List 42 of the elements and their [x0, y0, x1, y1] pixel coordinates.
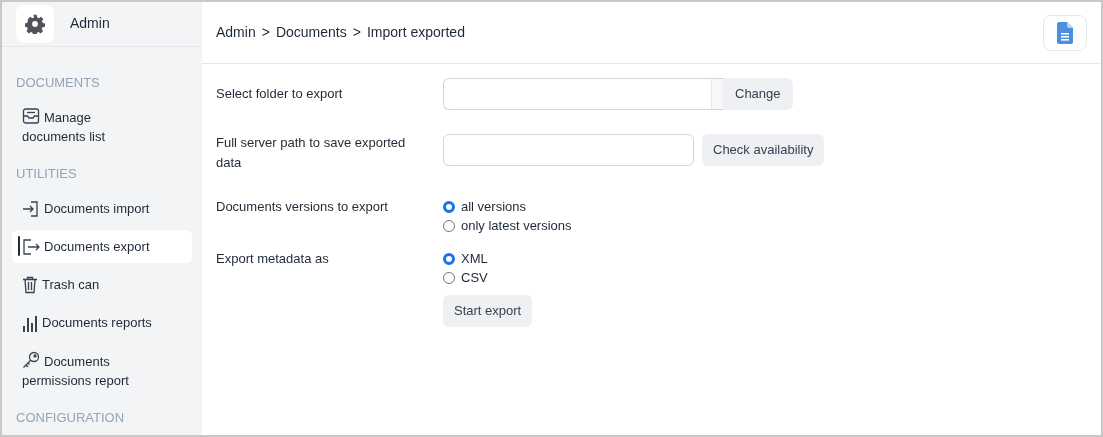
radio-button[interactable]: [443, 271, 455, 284]
folder-field[interactable]: [443, 78, 723, 110]
document-button[interactable]: [1043, 14, 1087, 51]
sidebar-item[interactable]: Documents import: [12, 191, 192, 225]
sidebar-item[interactable]: Documents reports: [12, 305, 192, 339]
sidebar-item[interactable]: Documents export: [12, 229, 192, 263]
section-heading: CONFIGURATION: [16, 408, 126, 427]
radio-option[interactable]: all versions: [443, 197, 572, 216]
section-heading: UTILITIES: [16, 165, 78, 183]
check-availability-button[interactable]: Check availability: [702, 134, 825, 166]
radio-option[interactable]: XML: [443, 249, 488, 268]
trash-icon: [22, 275, 38, 294]
radio-button[interactable]: [443, 200, 455, 213]
radio-button[interactable]: [443, 219, 455, 232]
radio-option[interactable]: CSV: [443, 268, 488, 287]
sidebar-item[interactable]: Manage documents list: [12, 100, 146, 153]
field-label: Select folder to export: [216, 86, 343, 101]
inbox-icon: [22, 107, 40, 125]
breadcrumb-item[interactable]: Documents: [275, 22, 347, 43]
field-label: Full server path to save exported data: [216, 135, 406, 170]
active-indicator: [18, 235, 20, 256]
breadcrumb-item[interactable]: Admin: [216, 22, 256, 43]
sidebar-item[interactable]: Documents permissions report: [12, 343, 146, 397]
bar-chart-icon: [22, 313, 38, 332]
breadcrumb-separator: >: [261, 23, 270, 42]
field-label: Documents versions to export: [216, 199, 388, 214]
document-icon: [1057, 21, 1073, 44]
breadcrumb-separator: >: [352, 23, 361, 42]
app-title: Admin: [70, 14, 110, 34]
change-button[interactable]: Change: [723, 78, 793, 110]
start-export-button[interactable]: Start export: [443, 295, 533, 327]
sidebar-item[interactable]: Trash can: [12, 267, 192, 301]
gear-icon: [25, 13, 45, 34]
radio-option[interactable]: only latest versions: [443, 216, 572, 235]
sign-out-icon: [22, 237, 40, 256]
key-icon: [22, 350, 40, 369]
radio-button[interactable]: [443, 252, 455, 265]
section-heading: DOCUMENTS: [16, 73, 101, 92]
sign-in-icon: [22, 199, 40, 218]
path-field[interactable]: [443, 134, 694, 166]
field-label: Export metadata as: [216, 251, 329, 266]
breadcrumb-item: Import exported: [366, 23, 465, 42]
